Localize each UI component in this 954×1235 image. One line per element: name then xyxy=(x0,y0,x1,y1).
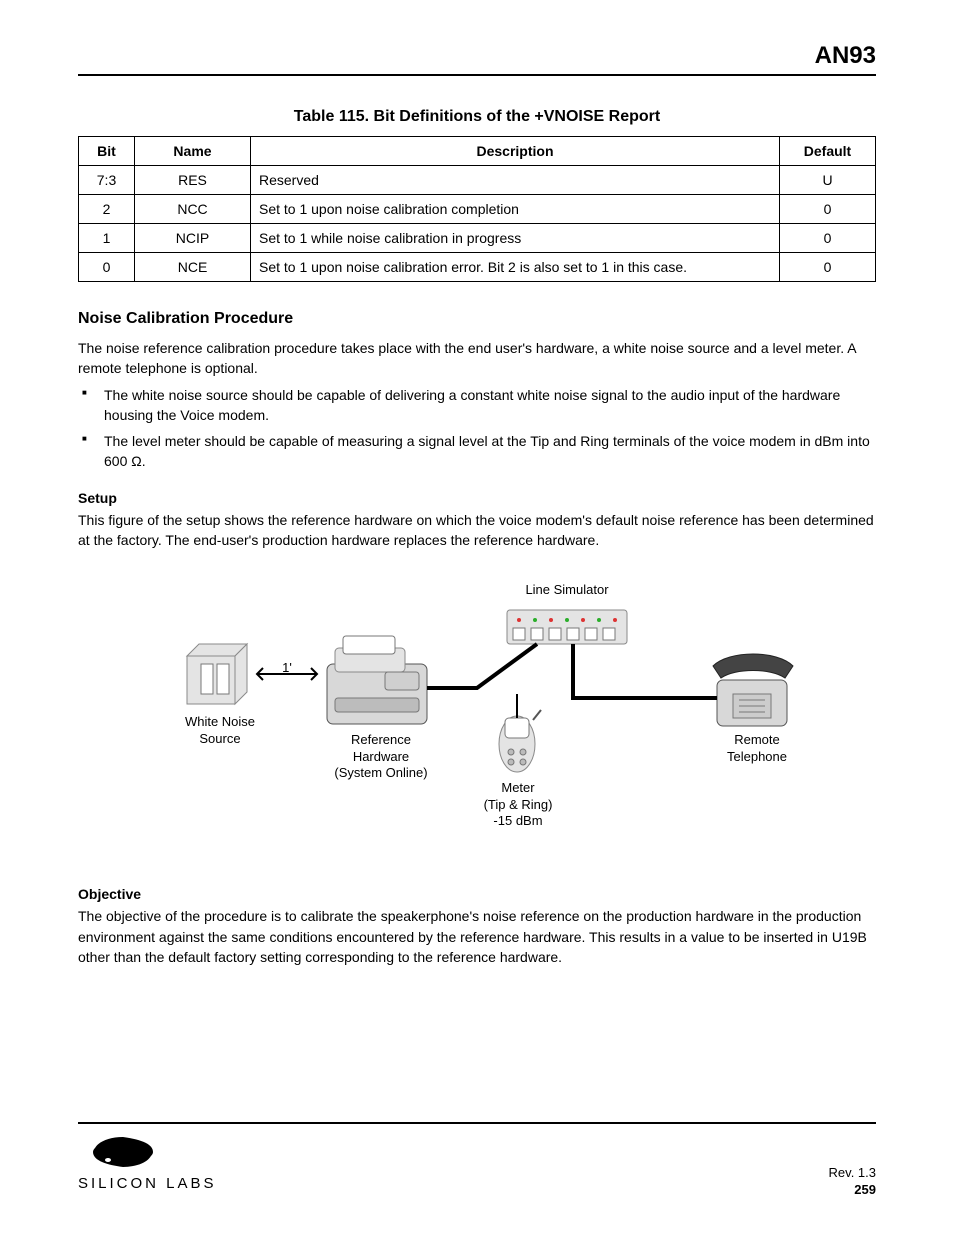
noise-source-label: White Noise Source xyxy=(165,714,275,747)
list-item: The level meter should be capable of mea… xyxy=(82,431,876,472)
figure: Line Simulator 1' White Noise Source Ref… xyxy=(78,568,876,868)
noise-source-label-l1: White Noise xyxy=(185,714,255,729)
footer-rule xyxy=(78,1122,876,1124)
cell-bit: 7:3 xyxy=(79,166,135,195)
meter-label-l3: -15 dBm xyxy=(493,813,542,828)
cell-name: NCIP xyxy=(135,224,251,253)
remote-telephone-label: Remote Telephone xyxy=(707,732,807,765)
header-rule xyxy=(78,74,876,76)
cell-name: RES xyxy=(135,166,251,195)
reference-hardware-label-l2: Hardware xyxy=(353,749,409,764)
cell-def: 0 xyxy=(780,253,876,282)
logo-text: SILICON LABS xyxy=(78,1175,217,1192)
cell-def: U xyxy=(780,166,876,195)
remote-telephone-icon xyxy=(713,654,793,726)
table-header-row: Bit Name Description Default xyxy=(79,137,876,166)
section-heading: Noise Calibration Procedure xyxy=(78,310,876,328)
revision-label: Rev. 1.3 xyxy=(829,1165,876,1180)
bit-definition-table: Bit Name Description Default 7:3 RES Res… xyxy=(78,136,876,282)
cell-desc: Set to 1 upon noise calibration completi… xyxy=(251,195,780,224)
line-simulator-label: Line Simulator xyxy=(507,582,627,598)
objective-text: The objective of the procedure is to cal… xyxy=(78,906,876,967)
reference-hardware-label-l3: (System Online) xyxy=(334,765,427,780)
table-row: 1 NCIP Set to 1 while noise calibration … xyxy=(79,224,876,253)
one-foot-label: 1' xyxy=(273,660,301,676)
meter-icon xyxy=(499,710,541,772)
cell-desc: Reserved xyxy=(251,166,780,195)
meter-label: Meter (Tip & Ring) -15 dBm xyxy=(473,780,563,829)
setup-text: This figure of the setup shows the refer… xyxy=(78,510,876,551)
cell-def: 0 xyxy=(780,195,876,224)
remote-telephone-label-l2: Telephone xyxy=(727,749,787,764)
cell-bit: 2 xyxy=(79,195,135,224)
objective-heading: Objective xyxy=(78,886,876,902)
th-def: Default xyxy=(780,137,876,166)
th-bit: Bit xyxy=(79,137,135,166)
table-caption: Table 115. Bit Definitions of the +VNOIS… xyxy=(78,108,876,126)
reference-hardware-icon xyxy=(327,636,427,724)
cell-desc: Set to 1 while noise calibration in prog… xyxy=(251,224,780,253)
th-name: Name xyxy=(135,137,251,166)
doc-title: AN93 xyxy=(78,42,876,70)
page-number: 259 xyxy=(829,1182,876,1197)
page-footer: SILICON LABS Rev. 1.3 259 xyxy=(78,1122,876,1197)
reference-hardware-label-l1: Reference xyxy=(351,732,411,747)
cell-bit: 1 xyxy=(79,224,135,253)
cell-name: NCE xyxy=(135,253,251,282)
meter-label-l1: Meter xyxy=(501,780,534,795)
white-noise-source-icon xyxy=(187,644,247,704)
reference-hardware-label: Reference Hardware (System Online) xyxy=(321,732,441,781)
silicon-labs-logo: SILICON LABS xyxy=(78,1132,228,1197)
table-row: 0 NCE Set to 1 upon noise calibration er… xyxy=(79,253,876,282)
table-row: 2 NCC Set to 1 upon noise calibration co… xyxy=(79,195,876,224)
line-simulator-icon xyxy=(507,610,627,644)
cell-def: 0 xyxy=(780,224,876,253)
meter-label-l2: (Tip & Ring) xyxy=(484,797,553,812)
setup-heading: Setup xyxy=(78,490,876,506)
cell-name: NCC xyxy=(135,195,251,224)
noise-source-label-l2: Source xyxy=(199,731,240,746)
remote-telephone-label-l1: Remote xyxy=(734,732,780,747)
table-row: 7:3 RES Reserved U xyxy=(79,166,876,195)
cell-desc: Set to 1 upon noise calibration error. B… xyxy=(251,253,780,282)
th-desc: Description xyxy=(251,137,780,166)
requirements-list: The white noise source should be capable… xyxy=(78,385,876,472)
cell-bit: 0 xyxy=(79,253,135,282)
intro-text: The noise reference calibration procedur… xyxy=(78,338,876,379)
list-item: The white noise source should be capable… xyxy=(82,385,876,426)
